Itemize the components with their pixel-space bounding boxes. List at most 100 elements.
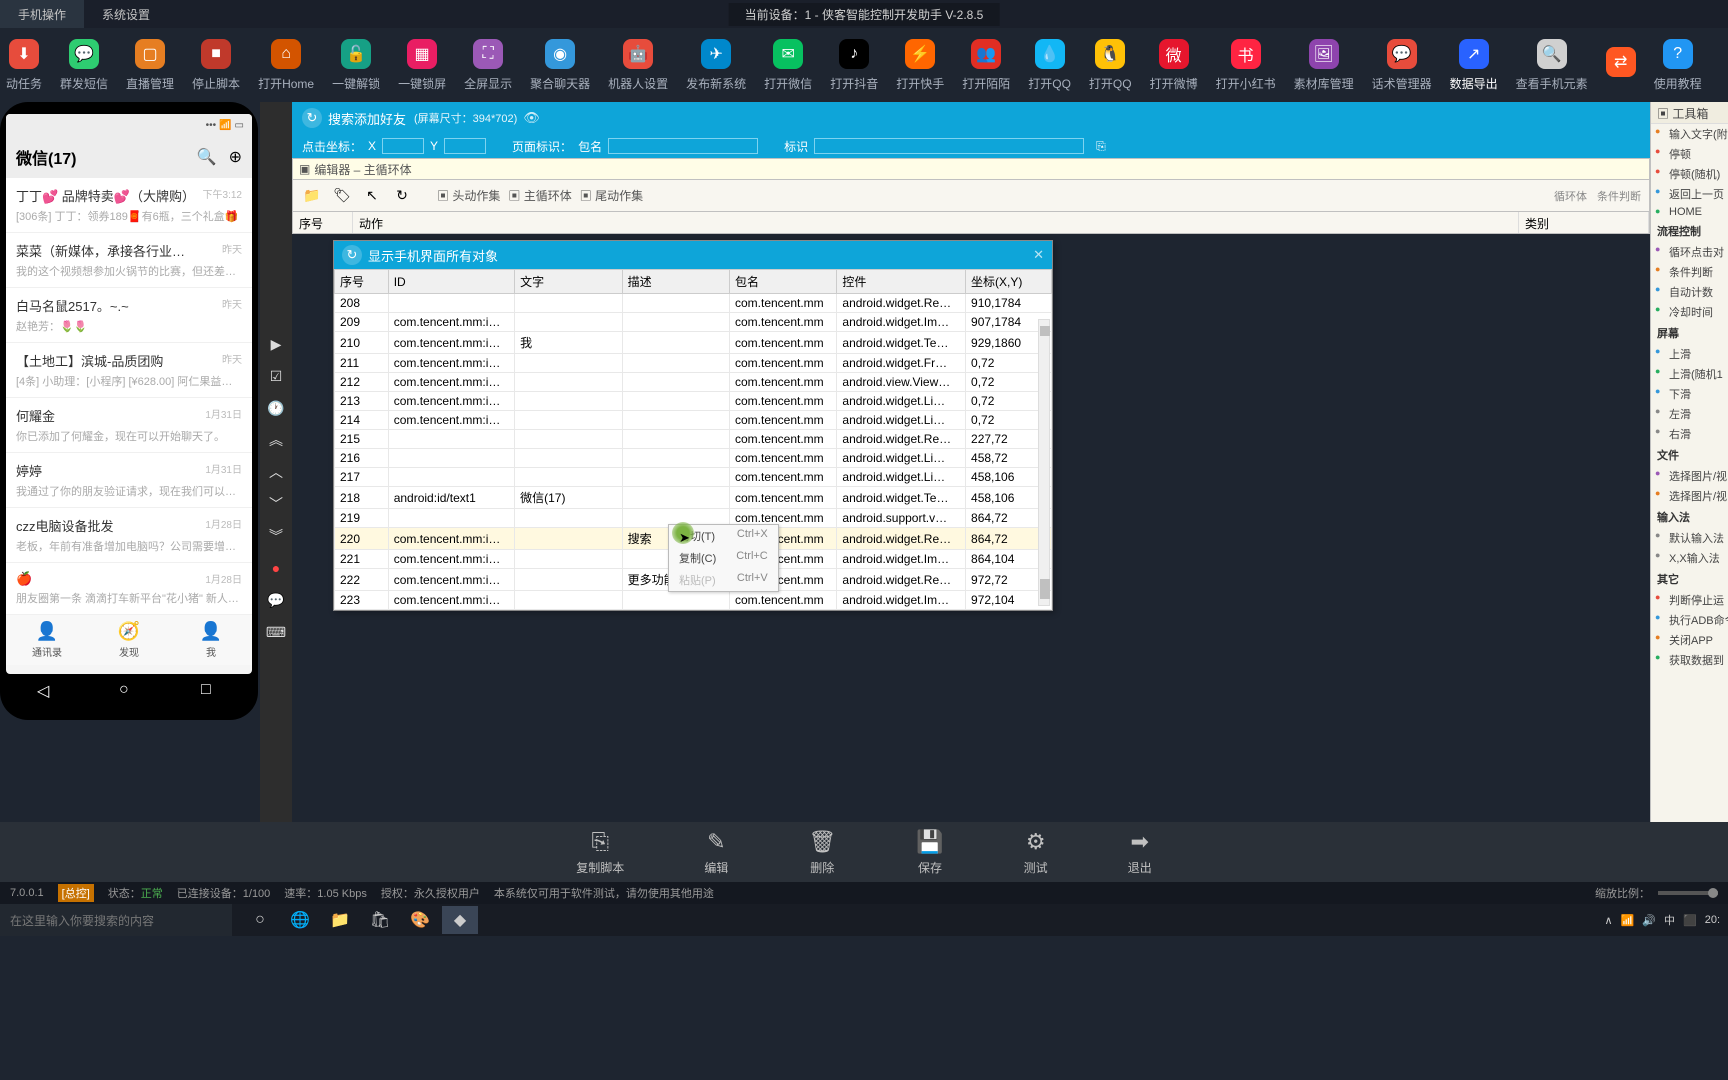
toolbox-item[interactable]: 自动计数 <box>1651 282 1728 302</box>
chat-item[interactable]: 丁丁💕 品牌特卖💕（大牌购）下午3:12[306条] 丁丁：领券189🧧有6瓶，… <box>6 178 252 233</box>
et-tail[interactable]: ▣ 尾动作集 <box>580 187 643 204</box>
table-header[interactable]: 描述 <box>622 270 729 294</box>
mark-input[interactable] <box>814 138 1084 154</box>
task-edge[interactable]: 🌐 <box>282 906 318 934</box>
search-icon[interactable]: 🔍 <box>197 147 217 167</box>
nav-recent[interactable]: □ <box>201 681 221 701</box>
ctx-item[interactable]: 粘贴(P)Ctrl+V <box>669 569 778 591</box>
tab-me[interactable]: 👤我 <box>170 615 252 665</box>
tray-icon[interactable]: ⬛ <box>1683 914 1697 927</box>
side-dn1[interactable]: ﹀ <box>264 492 288 516</box>
chat-item[interactable]: 何耀金1月31日你已添加了何耀金，现在可以开始聊天了。 <box>6 398 252 453</box>
action-删除[interactable]: 🗑删除 <box>808 829 836 876</box>
toolbox-item[interactable]: 关闭APP <box>1651 630 1728 650</box>
table-row[interactable]: 208com.tencent.mmandroid.widget.Re…910,1… <box>335 294 1052 313</box>
task-explorer[interactable]: 📁 <box>322 906 358 934</box>
tray-icon[interactable]: ∧ <box>1605 914 1613 927</box>
table-row[interactable]: 214com.tencent.mm:i…com.tencent.mmandroi… <box>335 411 1052 430</box>
tool-16[interactable]: 🐧打开QQ <box>1089 39 1132 92</box>
toolbox-item[interactable]: 获取数据到 <box>1651 650 1728 670</box>
tool-19[interactable]: 🖼素材库管理 <box>1294 39 1354 92</box>
toolbox-item[interactable]: 右滑 <box>1651 424 1728 444</box>
table-row[interactable]: 217com.tencent.mmandroid.widget.Li…458,1… <box>335 468 1052 487</box>
tool-6[interactable]: ▦一键锁屏 <box>398 39 446 92</box>
refresh-icon[interactable]: ↻ <box>302 108 322 128</box>
et-reload[interactable]: ↻ <box>389 183 415 209</box>
tool-17[interactable]: 微打开微博 <box>1150 39 1198 92</box>
task-store[interactable]: 🛍 <box>362 906 398 934</box>
tool-14[interactable]: 👥打开陌陌 <box>962 39 1010 92</box>
tool-7[interactable]: ⛶全屏显示 <box>464 39 512 92</box>
close-icon[interactable]: ✕ <box>1033 247 1044 263</box>
tool-8[interactable]: ◉聚合聊天器 <box>530 39 590 92</box>
tool-21[interactable]: ↗数据导出 <box>1450 39 1498 92</box>
tray-icon[interactable]: 🔊 <box>1642 914 1656 927</box>
table-header[interactable]: 包名 <box>729 270 836 294</box>
action-保存[interactable]: 💾保存 <box>916 829 943 876</box>
table-row[interactable]: 210com.tencent.mm:i…我com.tencent.mmandro… <box>335 332 1052 354</box>
zoom-slider[interactable] <box>1658 891 1718 895</box>
table-row[interactable]: 209com.tencent.mm:i…com.tencent.mmandroi… <box>335 313 1052 332</box>
toolbox-item[interactable]: 条件判断 <box>1651 262 1728 282</box>
tool-10[interactable]: ✈发布新系统 <box>686 39 746 92</box>
scrollbar[interactable] <box>1038 319 1050 606</box>
table-row[interactable]: 215com.tencent.mmandroid.widget.Re…227,7… <box>335 430 1052 449</box>
tool-1[interactable]: 💬群发短信 <box>60 39 108 92</box>
tool-23[interactable]: ⇄ <box>1606 47 1636 83</box>
table-header[interactable]: 序号 <box>335 270 389 294</box>
toolbox-item[interactable]: 循环点击对 <box>1651 242 1728 262</box>
page-id-input[interactable] <box>608 138 758 154</box>
table-row[interactable]: 212com.tencent.mm:i…com.tencent.mmandroi… <box>335 373 1052 392</box>
toolbox-item[interactable]: 左滑 <box>1651 404 1728 424</box>
toolbox-item[interactable]: 输入文字(附 <box>1651 124 1728 144</box>
table-header[interactable]: 坐标(X,Y) <box>966 270 1052 294</box>
tool-15[interactable]: 💧打开QQ <box>1028 39 1071 92</box>
tool-24[interactable]: ?使用教程 <box>1654 39 1702 92</box>
toolbox-item[interactable]: 返回上一页 <box>1651 184 1728 204</box>
eye-icon[interactable]: 👁 <box>523 110 540 126</box>
task-paint[interactable]: 🎨 <box>402 906 438 934</box>
table-header[interactable]: 控件 <box>837 270 966 294</box>
tab-discover[interactable]: 🧭发现 <box>88 615 170 665</box>
tab-contacts[interactable]: 👤通讯录 <box>6 615 88 665</box>
et-folder[interactable]: 📁 <box>299 183 325 209</box>
side-up2[interactable]: ︽ <box>264 428 288 452</box>
tool-12[interactable]: ♪打开抖音 <box>830 39 878 92</box>
table-header[interactable]: 文字 <box>515 270 622 294</box>
toolbox-item[interactable]: 停顿 <box>1651 144 1728 164</box>
table-row[interactable]: 216com.tencent.mmandroid.widget.Li…458,7… <box>335 449 1052 468</box>
menu-phone-ops[interactable]: 手机操作 <box>0 0 84 28</box>
toolbox-item[interactable]: 上滑(随机1 <box>1651 364 1728 384</box>
ctx-item[interactable]: 复制(C)Ctrl+C <box>669 547 778 569</box>
nav-home[interactable]: ○ <box>119 681 139 701</box>
side-play[interactable]: ▶ <box>264 332 288 356</box>
toolbox-item[interactable]: 停顿(随机) <box>1651 164 1728 184</box>
toolbox-item[interactable]: 默认输入法 <box>1651 528 1728 548</box>
side-clock[interactable]: 🕐 <box>264 396 288 420</box>
et-loop[interactable]: 循环体 <box>1554 188 1587 204</box>
toolbox-item[interactable]: 选择图片/视 <box>1651 486 1728 506</box>
table-row[interactable]: 213com.tencent.mm:i…com.tencent.mmandroi… <box>335 392 1052 411</box>
chat-item[interactable]: 【土地工】滨城-品质团购昨天[4条] 小助理：[小程序] [¥628.00] 阿… <box>6 343 252 398</box>
chat-item[interactable]: 菜菜（新媒体，承接各行业广告…昨天我的这个视频想参加火锅节的比赛，但还差20… <box>6 233 252 288</box>
table-row[interactable]: 218android:id/text1微信(17)com.tencent.mma… <box>335 487 1052 509</box>
copy-icon[interactable]: ⎘ <box>1096 139 1106 154</box>
add-icon[interactable]: ⊕ <box>229 147 242 167</box>
tool-11[interactable]: ✉打开微信 <box>764 39 812 92</box>
et-head[interactable]: ▣ 头动作集 <box>437 187 500 204</box>
tool-13[interactable]: ⚡打开快手 <box>896 39 944 92</box>
tool-22[interactable]: 🔍查看手机元素 <box>1516 39 1588 92</box>
chat-item[interactable]: 🍎1月28日朋友圈第一条 滴滴打车新平台"花小猪" 新人… <box>6 563 252 615</box>
et-tag[interactable]: 🏷 <box>329 183 355 209</box>
tool-3[interactable]: ■停止脚本 <box>192 39 240 92</box>
side-dn2[interactable]: ︾ <box>264 524 288 548</box>
chat-item[interactable]: 婷婷1月31日我通过了你的朋友验证请求，现在我们可以开… <box>6 453 252 508</box>
coord-y-input[interactable] <box>444 138 486 154</box>
toolbox-item[interactable]: HOME <box>1651 204 1728 220</box>
tool-18[interactable]: 书打开小红书 <box>1216 39 1276 92</box>
menu-settings[interactable]: 系统设置 <box>84 0 168 28</box>
table-row[interactable]: 223com.tencent.mm:i…com.tencent.mmandroi… <box>335 591 1052 610</box>
tool-5[interactable]: 🔓一键解锁 <box>332 39 380 92</box>
phone-screen[interactable]: ••• 📶 ▭ 微信(17) 🔍 ⊕ 丁丁💕 品牌特卖💕（大牌购）下午3:12[… <box>6 114 252 674</box>
toolbox-item[interactable]: 选择图片/视 <box>1651 466 1728 486</box>
